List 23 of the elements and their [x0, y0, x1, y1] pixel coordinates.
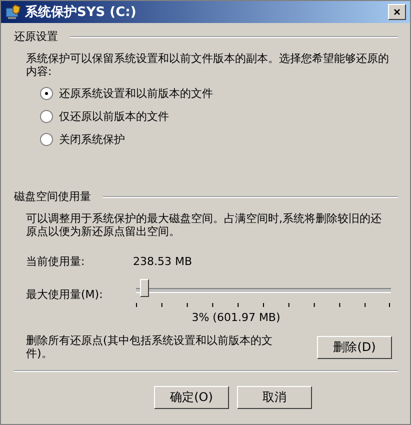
shield-computer-icon	[5, 4, 21, 20]
current-usage-label: 当前使用量:	[26, 254, 86, 269]
max-usage-label: 最大使用量(M):	[26, 286, 104, 302]
current-usage-value: 238.53 MB	[133, 255, 192, 268]
radio-label[interactable]: 还原系统设置和以前版本的文件	[59, 86, 213, 101]
radio-button[interactable]	[40, 110, 53, 123]
delete-button[interactable]: 删除(D)	[317, 336, 392, 358]
delete-description: 删除所有还原点(其中包括系统设置和以前版本的文件)。	[26, 334, 274, 360]
radio-label[interactable]: 仅还原以前版本的文件	[59, 109, 169, 124]
radio-button[interactable]	[40, 87, 53, 100]
max-usage-reading: 3% (601.97 MB)	[192, 311, 280, 324]
dialog-button[interactable]: 取消	[237, 386, 312, 409]
section-heading: 还原设置	[14, 29, 58, 44]
restore-description: 系统保护可以保留系统设置和以前文件版本的副本。选择您希望能够还原的内容:	[26, 52, 390, 78]
window-title: 系统保护SYS (C:)	[25, 4, 138, 21]
dialog-button[interactable]: 确定(O)	[154, 386, 229, 409]
section-heading: 磁盘空间使用量	[14, 189, 91, 204]
slider-thumb[interactable]	[140, 279, 149, 297]
radio-button[interactable]	[40, 133, 53, 146]
radio-label[interactable]: 关闭系统保护	[59, 132, 125, 147]
usage-slider[interactable]	[136, 279, 391, 309]
close-button[interactable]: ×	[388, 4, 406, 20]
disk-usage-description: 可以调整用于系统保护的最大磁盘空间。占满空间时,系统将删除较旧的还原点以便为新还原点留出空间。	[26, 212, 382, 238]
